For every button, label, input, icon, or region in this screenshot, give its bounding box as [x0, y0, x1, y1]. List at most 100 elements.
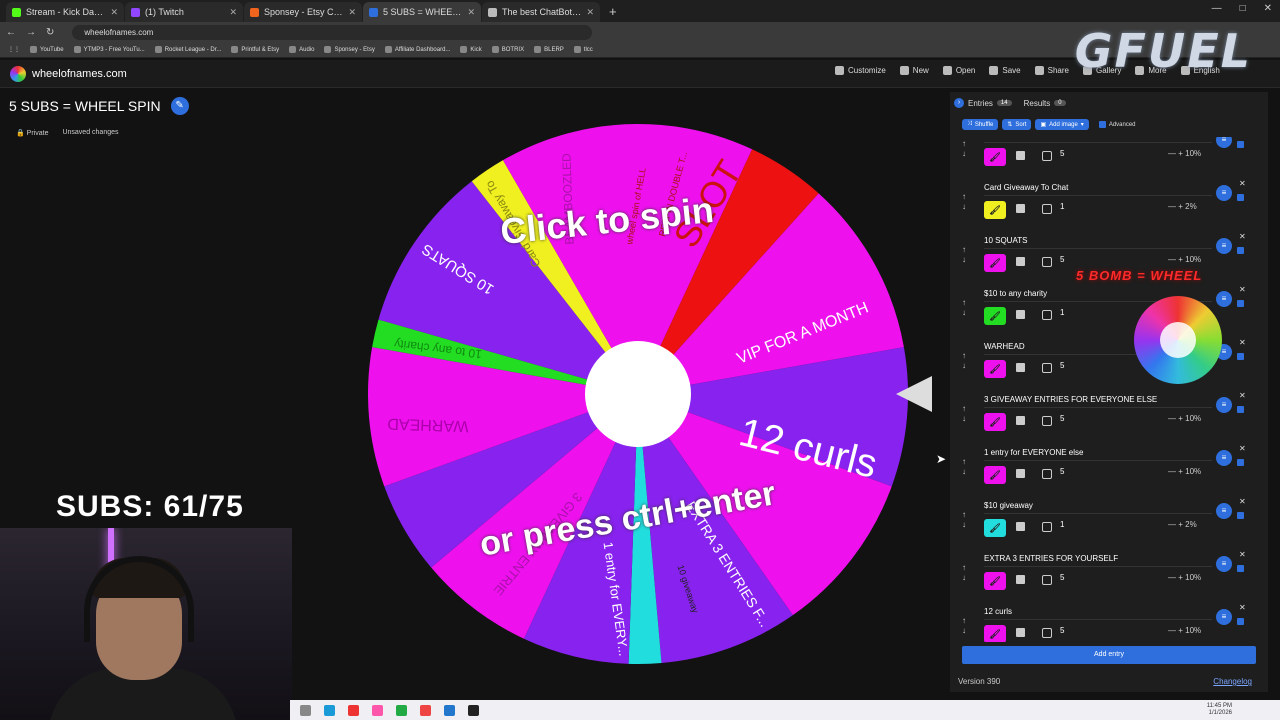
entry-color-button[interactable]: 🖌 — [984, 254, 1006, 272]
entry-name-input[interactable]: 1 entry for EVERYONE else — [984, 445, 1212, 461]
entry-enabled-checkbox[interactable] — [1237, 565, 1244, 572]
wheel-logo-icon[interactable] — [10, 65, 26, 82]
reorder-arrows-icon[interactable]: ↑ ↓ — [962, 139, 970, 159]
entry-weight-field[interactable]: 5 — [1060, 467, 1064, 476]
entry-color-button[interactable]: 🖌 — [984, 572, 1006, 590]
entry-color-button[interactable]: 🖌 — [984, 466, 1006, 484]
bookmark-item[interactable]: Printful & Etsy — [231, 46, 279, 53]
entry-image-icon[interactable] — [1016, 522, 1025, 531]
menu-save[interactable]: Save — [989, 66, 1021, 75]
entry-image-icon[interactable] — [1016, 363, 1025, 372]
site-name[interactable]: wheelofnames.com — [32, 68, 127, 80]
close-window-icon[interactable]: ✕ — [1264, 3, 1272, 14]
entry-enabled-checkbox[interactable] — [1237, 459, 1244, 466]
advanced-checkbox[interactable]: Advanced — [1098, 119, 1136, 130]
shuffle-button[interactable]: ⤨ Shuffle — [962, 119, 999, 130]
entry-image-icon[interactable] — [1016, 416, 1025, 425]
menu-new[interactable]: New — [899, 66, 929, 75]
reload-icon[interactable]: ↻ — [46, 27, 54, 38]
entry-weight-stepper[interactable]: — + 2% — [1168, 202, 1197, 211]
entry-weight-stepper[interactable]: — + 2% — [1168, 520, 1197, 529]
bookmark-item[interactable]: tlcc — [573, 46, 593, 53]
tab-close-icon[interactable]: ✕ — [348, 7, 356, 18]
edit-title-button[interactable]: ✎ — [170, 97, 189, 115]
entry-weight-field[interactable]: 1 — [1060, 520, 1064, 529]
entry-color-button[interactable]: 🖌 — [984, 307, 1006, 325]
browser-tab[interactable]: (1) Twitch ✕ — [125, 2, 243, 22]
entry-enabled-checkbox[interactable] — [1237, 141, 1244, 148]
entry-enabled-checkbox[interactable] — [1237, 406, 1244, 413]
steam-icon[interactable] — [324, 704, 335, 716]
start-icon[interactable] — [300, 704, 311, 716]
entry-image-icon[interactable] — [1016, 575, 1025, 584]
entry-delete-icon[interactable]: ✕ — [1239, 285, 1246, 294]
menu-customize[interactable]: Customize — [835, 66, 886, 75]
entry-image-icon[interactable] — [1016, 310, 1025, 319]
maximize-icon[interactable]: □ — [1240, 3, 1246, 14]
entry-edit-button[interactable]: ≡ — [1216, 450, 1232, 466]
reorder-arrows-icon[interactable]: ↑ ↓ — [962, 404, 970, 424]
tab-close-icon[interactable]: ✕ — [586, 7, 594, 18]
entry-name-input[interactable]: 10 SQUATS — [984, 233, 1212, 249]
apps-grid-icon[interactable]: ⋮⋮ — [8, 46, 20, 53]
terminal-icon[interactable] — [468, 704, 479, 716]
entry-name-input[interactable] — [984, 137, 1212, 143]
entry-color-button[interactable]: 🖌 — [984, 360, 1006, 378]
entry-edit-button[interactable]: ≡ — [1216, 609, 1232, 625]
reorder-arrows-icon[interactable]: ↑ ↓ — [962, 298, 970, 318]
entry-delete-icon[interactable]: ✕ — [1239, 179, 1246, 188]
changelog-link[interactable]: Changelog — [1213, 677, 1252, 686]
entry-image-icon[interactable] — [1016, 469, 1025, 478]
entry-delete-icon[interactable]: ✕ — [1239, 391, 1246, 400]
entry-delete-icon[interactable]: ✕ — [1239, 232, 1246, 241]
entry-delete-icon[interactable]: ✕ — [1239, 497, 1246, 506]
entry-color-button[interactable]: 🖌 — [984, 413, 1006, 431]
entry-enabled-checkbox[interactable] — [1237, 300, 1244, 307]
entry-edit-button[interactable]: ≡ — [1216, 137, 1232, 148]
collapse-icon[interactable]: › — [954, 98, 964, 108]
browser-tab[interactable]: 5 SUBS = WHEEL SPIN ✕ — [363, 2, 481, 22]
entry-weight-field[interactable]: 5 — [1060, 255, 1064, 264]
entry-enabled-checkbox[interactable] — [1237, 194, 1244, 201]
minimize-icon[interactable]: — — [1212, 3, 1222, 14]
sort-button[interactable]: ⇅ Sort — [1002, 119, 1032, 130]
tab-close-icon[interactable]: ✕ — [110, 7, 118, 18]
reorder-arrows-icon[interactable]: ↑ ↓ — [962, 351, 970, 371]
entry-edit-button[interactable]: ≡ — [1216, 185, 1232, 201]
spotify-icon[interactable] — [396, 704, 407, 716]
chrome-icon[interactable] — [420, 704, 431, 716]
tab-entries[interactable]: › Entries 14 — [954, 98, 1012, 108]
reorder-arrows-icon[interactable]: ↑ ↓ — [962, 616, 970, 636]
entry-name-input[interactable]: 3 GIVEAWAY ENTRIES FOR EVERYONE ELSE — [984, 392, 1212, 408]
entry-edit-button[interactable]: ≡ — [1216, 291, 1232, 307]
browser-tab[interactable]: Stream - Kick Dashboard ✕ — [6, 2, 124, 22]
entry-weight-stepper[interactable]: — + 10% — [1168, 149, 1201, 158]
entry-enabled-checkbox[interactable] — [1237, 512, 1244, 519]
entry-color-button[interactable]: 🖌 — [984, 148, 1006, 166]
system-clock[interactable]: 11:45 PM 1/1/2026 — [1207, 703, 1232, 717]
entry-weight-field[interactable]: 5 — [1060, 361, 1064, 370]
entry-color-button[interactable]: 🖌 — [984, 201, 1006, 219]
entry-weight-stepper[interactable]: — + 10% — [1168, 626, 1201, 635]
entry-weight-field[interactable]: 1 — [1060, 202, 1064, 211]
entry-edit-button[interactable]: ≡ — [1216, 503, 1232, 519]
app-icon[interactable] — [372, 704, 383, 716]
bookmark-item[interactable]: YTMP3 - Free YouTu... — [73, 46, 145, 53]
entry-edit-button[interactable]: ≡ — [1216, 556, 1232, 572]
tab-close-icon[interactable]: ✕ — [467, 7, 475, 18]
forward-icon[interactable]: → — [26, 27, 36, 38]
bookmark-item[interactable]: Sponsey - Etsy — [324, 46, 375, 53]
tab-close-icon[interactable]: ✕ — [229, 7, 237, 18]
entry-weight-stepper[interactable]: — + 10% — [1168, 467, 1201, 476]
bookmark-item[interactable]: BLERP — [534, 46, 564, 53]
entry-image-icon[interactable] — [1016, 628, 1025, 637]
bookmark-item[interactable]: BOTRIX — [491, 46, 524, 53]
entry-weight-field[interactable]: 5 — [1060, 414, 1064, 423]
reorder-arrows-icon[interactable]: ↑ ↓ — [962, 192, 970, 212]
entry-enabled-checkbox[interactable] — [1237, 618, 1244, 625]
entry-weight-field[interactable]: 5 — [1060, 626, 1064, 635]
bookmark-item[interactable]: Rocket League - Dr... — [154, 46, 221, 53]
entry-weight-stepper[interactable]: — + 10% — [1168, 573, 1201, 582]
wheel-hub[interactable] — [585, 341, 691, 447]
entry-color-button[interactable]: 🖌 — [984, 519, 1006, 537]
